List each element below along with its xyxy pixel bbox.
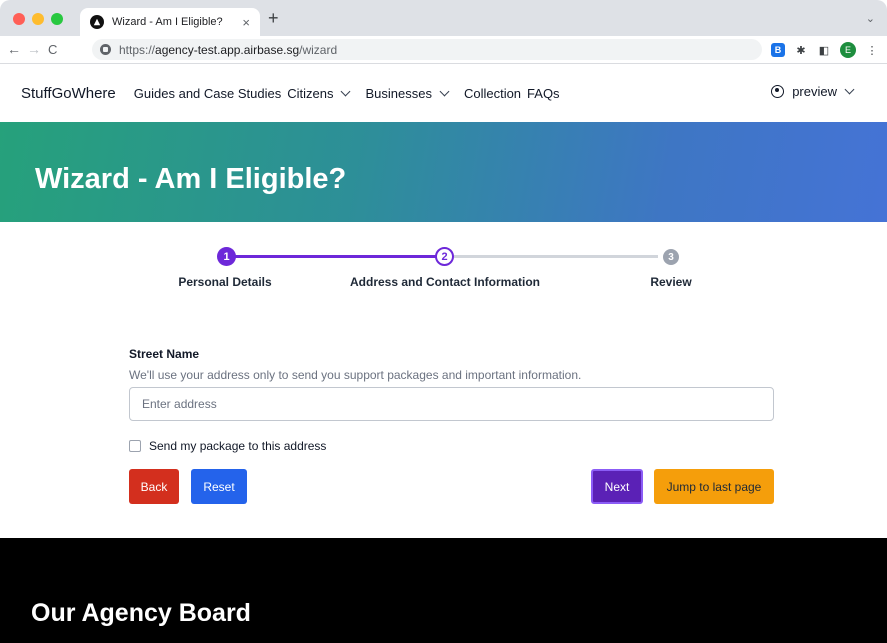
user-name: preview xyxy=(792,84,837,99)
step-3-indicator[interactable]: 3 xyxy=(663,249,679,265)
site-info-icon[interactable] xyxy=(100,44,111,55)
nav-link-citizens[interactable]: Citizens xyxy=(287,86,359,101)
chevron-down-icon xyxy=(341,86,351,96)
browser-tab[interactable]: Wizard - Am I Eligible? × xyxy=(80,8,260,36)
street-name-label: Street Name xyxy=(129,347,200,361)
footer-section: Our Agency Board xyxy=(0,538,887,643)
wizard-stepper: 1 2 3 Personal Details Address and Conta… xyxy=(0,222,887,302)
url-host: agency-test.app.airbase.sg xyxy=(155,42,300,57)
new-tab-button[interactable]: + xyxy=(268,8,279,29)
step-2-label: Address and Contact Information xyxy=(349,275,541,289)
back-button[interactable]: Back xyxy=(129,469,179,504)
send-package-label[interactable]: Send my package to this address xyxy=(149,439,326,453)
url-scheme: https:// xyxy=(119,42,156,57)
step-2-indicator[interactable]: 2 xyxy=(435,247,454,266)
url-path: /wizard xyxy=(299,42,338,57)
nav-link-citizens-label: Citizens xyxy=(287,85,334,101)
page-title: Wizard - Am I Eligible? xyxy=(35,163,347,195)
nav-link-guides[interactable]: Guides and Case Studies xyxy=(134,86,281,101)
step-connector-completed xyxy=(232,255,436,258)
window-close-button[interactable] xyxy=(13,13,25,25)
send-package-checkbox[interactable] xyxy=(129,440,141,452)
send-package-row: Send my package to this address xyxy=(129,439,326,453)
profile-avatar[interactable]: E xyxy=(840,42,856,58)
triangle-favicon-icon xyxy=(90,15,104,29)
reload-icon[interactable]: C xyxy=(48,42,57,57)
chevron-down-icon xyxy=(844,84,855,95)
window-minimize-button[interactable] xyxy=(32,13,44,25)
tab-title: Wizard - Am I Eligible? xyxy=(112,16,223,28)
step-1-indicator[interactable]: 1 xyxy=(217,247,236,266)
footer-title: Our Agency Board xyxy=(31,599,251,627)
reset-button[interactable]: Reset xyxy=(191,469,247,504)
back-arrow-icon[interactable]: ← xyxy=(7,41,21,57)
forward-arrow-icon[interactable]: → xyxy=(27,41,41,57)
window-maximize-button[interactable] xyxy=(51,13,63,25)
url-text: https://agency-test.app.airbase.sg/wizar… xyxy=(119,43,337,57)
nav-link-collection[interactable]: Collection xyxy=(464,86,521,101)
browser-tab-bar: Wizard - Am I Eligible? × + ⌄ xyxy=(0,0,887,36)
nav-link-businesses[interactable]: Businesses xyxy=(365,86,457,101)
step-connector-upcoming xyxy=(454,255,658,258)
bitwarden-extension-icon[interactable]: B xyxy=(771,43,785,57)
hero-banner: Wizard - Am I Eligible? xyxy=(0,122,887,222)
browser-address-bar: ← → C https://agency-test.app.airbase.sg… xyxy=(0,36,887,64)
extension-toolbar: B ✱ ◧ E ⋮ xyxy=(771,42,879,58)
jump-to-last-page-button[interactable]: Jump to last page xyxy=(654,469,774,504)
step-3-label: Review xyxy=(650,275,692,289)
nav-link-faqs[interactable]: FAQs xyxy=(527,86,560,101)
site-navbar: StuffGoWhere Guides and Case Studies Cit… xyxy=(0,64,887,122)
address-input[interactable] xyxy=(129,387,774,421)
brand-link[interactable]: StuffGoWhere xyxy=(21,85,116,102)
next-button[interactable]: Next xyxy=(591,469,643,504)
puzzle-extensions-icon[interactable]: ✱ xyxy=(794,43,808,57)
side-panel-icon[interactable]: ◧ xyxy=(817,43,831,57)
street-name-help-text: We'll use your address only to send you … xyxy=(129,368,582,382)
user-circle-icon xyxy=(771,85,785,98)
user-menu[interactable]: preview xyxy=(771,84,863,99)
nav-link-businesses-label: Businesses xyxy=(365,85,432,101)
kebab-menu-icon[interactable]: ⋮ xyxy=(865,43,879,57)
step-1-label: Personal Details xyxy=(178,275,272,289)
url-omnibox[interactable]: https://agency-test.app.airbase.sg/wizar… xyxy=(92,39,762,60)
tab-search-chevron-icon[interactable]: ⌄ xyxy=(866,12,875,25)
tab-close-icon[interactable]: × xyxy=(242,15,250,30)
chevron-down-icon xyxy=(439,86,450,96)
